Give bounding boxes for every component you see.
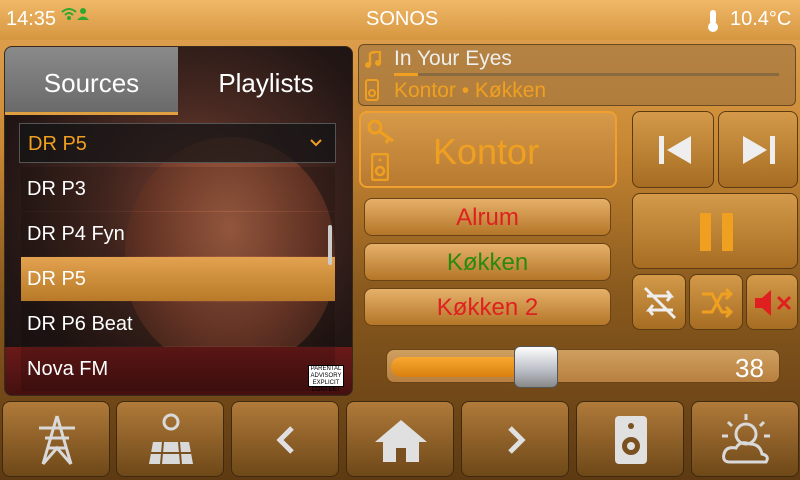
scrollbar[interactable] xyxy=(328,225,332,265)
status-bar: 14:35 SONOS 10.4°C xyxy=(0,0,800,40)
speaker-icon xyxy=(615,416,647,464)
temperature: 10.4°C xyxy=(730,8,792,30)
chevron-left-icon xyxy=(276,426,294,454)
playing-rooms: Kontor • Køkken xyxy=(394,79,547,102)
dropdown-value: DR P5 xyxy=(28,133,87,155)
nav-power-button[interactable] xyxy=(2,401,110,477)
clock: 14:35 xyxy=(6,8,57,30)
advisory-label: PARENTAL ADVISORY EXPLICIT CONTENT xyxy=(308,365,344,393)
volume-handle[interactable] xyxy=(514,346,558,388)
now-playing: In Your Eyes Kontor • Køkken xyxy=(358,44,796,106)
key-icon xyxy=(367,119,394,144)
active-zone-button[interactable]: Kontor xyxy=(359,111,617,188)
weather-icon xyxy=(722,414,770,464)
repeat-off-icon xyxy=(643,286,677,320)
music-note-icon xyxy=(365,51,381,68)
previous-icon xyxy=(659,136,691,164)
solar-panel-icon xyxy=(149,413,193,465)
zone-label: Køkken 2 xyxy=(436,294,539,321)
chevron-right-icon xyxy=(508,426,526,454)
source-dropdown[interactable]: DR P5 xyxy=(19,123,336,163)
zone-button-kokken-2[interactable]: Køkken 2 xyxy=(364,288,611,326)
list-item[interactable]: Nova FM xyxy=(21,347,335,391)
home-icon xyxy=(375,420,427,462)
mute-icon xyxy=(755,290,792,316)
media-panel: Sources Playlists DR P5 DR P3 DR P4 Fyn … xyxy=(4,46,353,396)
speaker-icon xyxy=(365,79,379,101)
tab-sources[interactable]: Sources xyxy=(5,47,178,115)
chevron-down-icon xyxy=(310,139,322,147)
progress-fill xyxy=(394,73,418,76)
previous-button[interactable] xyxy=(632,111,714,188)
shuffle-button[interactable] xyxy=(689,274,743,330)
nav-back-button[interactable] xyxy=(231,401,339,477)
power-pylon-icon xyxy=(39,415,75,465)
speaker-icon xyxy=(371,153,389,181)
next-icon xyxy=(743,136,775,164)
active-zone-label: Kontor xyxy=(433,131,540,172)
pause-icon xyxy=(700,213,733,251)
zone-button-alrum[interactable]: Alrum xyxy=(364,198,611,236)
list-item[interactable]: DR P6 Beat xyxy=(21,302,335,346)
nav-solar-button[interactable] xyxy=(116,401,224,477)
next-button[interactable] xyxy=(718,111,798,188)
list-item-selected[interactable]: DR P5 xyxy=(21,257,335,301)
volume-fill xyxy=(391,357,521,377)
thermometer-icon xyxy=(708,10,718,32)
list-item[interactable]: DR P3 xyxy=(21,167,335,211)
repeat-button[interactable] xyxy=(632,274,686,330)
nav-weather-button[interactable] xyxy=(691,401,799,477)
volume-value: 38 xyxy=(735,353,764,383)
mute-button[interactable] xyxy=(746,274,798,330)
track-title: In Your Eyes xyxy=(394,47,512,70)
progress-track xyxy=(394,73,779,76)
nav-home-button[interactable] xyxy=(346,401,454,477)
tab-playlists[interactable]: Playlists xyxy=(178,47,352,115)
shuffle-icon xyxy=(702,287,734,319)
pause-button[interactable] xyxy=(632,193,798,269)
zone-button-kokken[interactable]: Køkken xyxy=(364,243,611,281)
wifi-icon xyxy=(61,8,89,20)
list-item[interactable]: DR P4 Fyn xyxy=(21,212,335,256)
zone-label: Alrum xyxy=(456,204,519,231)
nav-forward-button[interactable] xyxy=(461,401,569,477)
zone-label: Køkken xyxy=(446,249,529,276)
nav-speaker-button[interactable] xyxy=(576,401,684,477)
app-title: SONOS xyxy=(366,8,439,30)
